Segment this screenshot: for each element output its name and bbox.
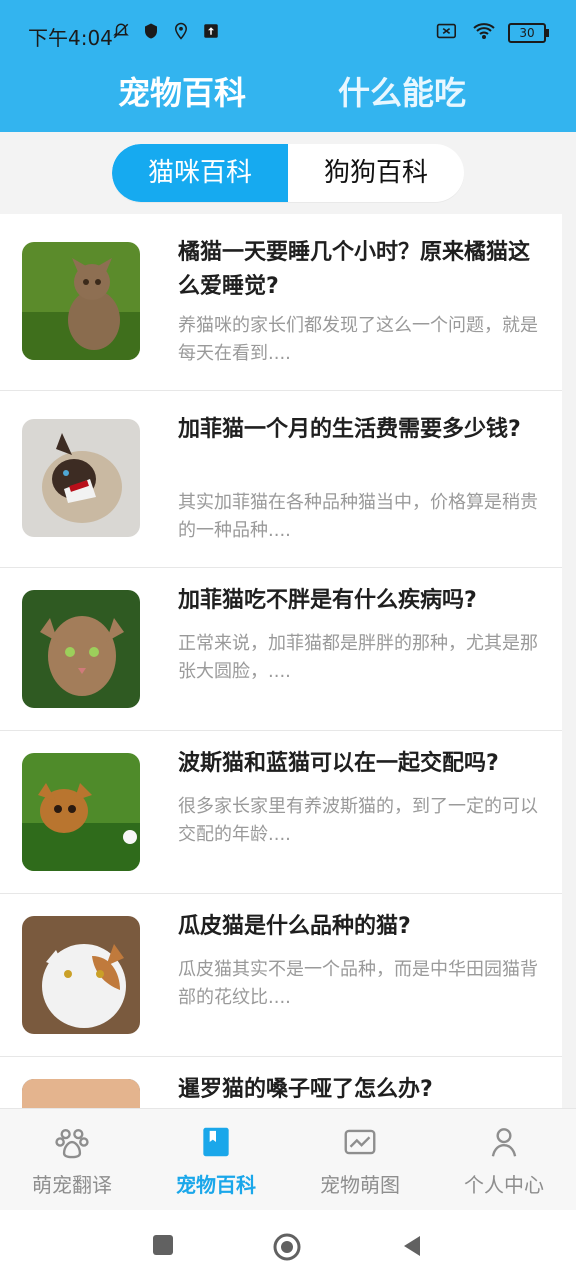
nav-label: 宠物百科 xyxy=(176,1173,256,1197)
article-title: 橘猫一天要睡几个小时？原来橘猫这么爱睡觉? xyxy=(178,240,531,299)
nav-label: 宠物萌图 xyxy=(320,1173,400,1197)
upload-icon xyxy=(202,22,220,44)
nav-label: 个人中心 xyxy=(464,1173,544,1197)
bottom-navigation: 萌宠翻译 宠物百科 宠物萌图 个人中心 xyxy=(0,1108,576,1211)
article-item[interactable]: 波斯猫和蓝猫可以在一起交配吗? 很多家长家里有养波斯猫的，到了一定的可以交配的年… xyxy=(0,731,562,894)
top-app-bar: 下午4:04 30 宠物百科 什么能吃 xyxy=(0,0,576,132)
system-navigation-bar xyxy=(0,1210,576,1280)
back-button[interactable] xyxy=(398,1232,428,1262)
segment-cat-encyclopedia[interactable]: 猫咪百科 xyxy=(112,144,288,202)
article-thumbnail xyxy=(22,753,140,871)
nav-pet-cute-pics[interactable]: 宠物萌图 xyxy=(288,1123,432,1209)
article-description: 很多家长家里有养波斯猫的，到了一定的可以交配的年龄.... xyxy=(178,796,538,845)
status-bar: 下午4:04 30 xyxy=(0,16,576,56)
article-title: 加菲猫一个月的生活费需要多少钱? xyxy=(178,417,521,442)
article-item[interactable]: 瓜皮猫是什么品种的猫? 瓜皮猫其实不是一个品种，而是中华田园猫背部的花纹比...… xyxy=(0,894,562,1057)
sim-off-icon xyxy=(436,22,460,44)
article-thumbnail xyxy=(22,590,140,708)
segmented-control: 猫咪百科 狗狗百科 xyxy=(112,144,464,202)
article-item[interactable]: 加菲猫一个月的生活费需要多少钱? 其实加菲猫在各种品种猫当中，价格算是稍贵的一种… xyxy=(0,391,562,568)
cat-photo-icon xyxy=(22,1079,140,1109)
header-tabs: 宠物百科 什么能吃 xyxy=(0,68,576,118)
cat-photo-icon xyxy=(22,419,140,537)
notification-off-icon xyxy=(112,22,130,44)
square-icon xyxy=(153,1235,173,1255)
image-icon xyxy=(344,1129,376,1155)
header-tab-pet-encyclopedia[interactable]: 宠物百科 xyxy=(118,68,246,114)
nav-profile[interactable]: 个人中心 xyxy=(432,1123,576,1209)
app-root: 下午4:04 30 宠物百科 什么能吃 猫咪百科 狗狗百科 橘猫一天要睡几个小时… xyxy=(0,0,576,1280)
article-thumbnail xyxy=(22,419,140,537)
article-title: 瓜皮猫是什么品种的猫? xyxy=(178,914,411,939)
shield-icon xyxy=(142,22,160,44)
circle-icon xyxy=(273,1233,301,1261)
article-title: 波斯猫和蓝猫可以在一起交配吗? xyxy=(178,751,499,776)
article-item[interactable]: 加菲猫吃不胖是有什么疾病吗? 正常来说，加菲猫都是胖胖的那种，尤其是那张大圆脸，… xyxy=(0,568,562,731)
article-description: 其实加菲猫在各种品种猫当中，价格算是稍贵的一种品种.... xyxy=(178,492,538,541)
wifi-icon xyxy=(472,22,496,44)
battery-level: 30 xyxy=(519,26,535,40)
status-left-icons xyxy=(112,22,220,44)
nav-label: 萌宠翻译 xyxy=(32,1173,112,1197)
cat-photo-icon xyxy=(22,590,140,708)
article-item[interactable]: 暹罗猫的嗓子哑了怎么办? xyxy=(0,1057,562,1109)
triangle-back-icon xyxy=(404,1236,420,1256)
header-tab-what-can-eat[interactable]: 什么能吃 xyxy=(338,68,466,114)
article-thumbnail xyxy=(22,242,140,360)
recent-apps-button[interactable] xyxy=(150,1232,180,1262)
article-description: 养猫咪的家长们都发现了这么一个问题，就是每天在看到.... xyxy=(178,315,538,364)
kitten-photo-icon xyxy=(22,753,140,871)
paw-icon xyxy=(55,1128,89,1159)
article-list: 橘猫一天要睡几个小时？原来橘猫这么爱睡觉? 养猫咪的家长们都发现了这么一个问题，… xyxy=(0,214,562,1109)
article-description: 正常来说，加菲猫都是胖胖的那种，尤其是那张大圆脸，.... xyxy=(178,633,538,682)
home-button[interactable] xyxy=(272,1232,302,1262)
article-title: 加菲猫吃不胖是有什么疾病吗? xyxy=(178,588,477,613)
article-item[interactable]: 橘猫一天要睡几个小时？原来橘猫这么爱睡觉? 养猫咪的家长们都发现了这么一个问题，… xyxy=(0,214,562,391)
article-thumbnail xyxy=(22,916,140,1034)
article-thumbnail xyxy=(22,1079,140,1109)
cat-photo-icon xyxy=(22,916,140,1034)
article-description: 瓜皮猫其实不是一个品种，而是中华田园猫背部的花纹比.... xyxy=(178,959,538,1008)
status-right-icons: 30 xyxy=(436,22,549,44)
status-time: 下午4:04 xyxy=(28,26,113,50)
battery-icon: 30 xyxy=(508,23,549,43)
article-title: 暹罗猫的嗓子哑了怎么办? xyxy=(178,1077,433,1102)
cat-photo-icon xyxy=(22,242,140,360)
nav-pet-encyclopedia[interactable]: 宠物百科 xyxy=(144,1123,288,1209)
location-icon xyxy=(172,22,190,44)
segment-dog-encyclopedia[interactable]: 狗狗百科 xyxy=(288,144,464,202)
person-icon xyxy=(491,1128,517,1157)
nav-pet-translate[interactable]: 萌宠翻译 xyxy=(0,1123,144,1209)
bookmark-icon xyxy=(203,1127,229,1157)
